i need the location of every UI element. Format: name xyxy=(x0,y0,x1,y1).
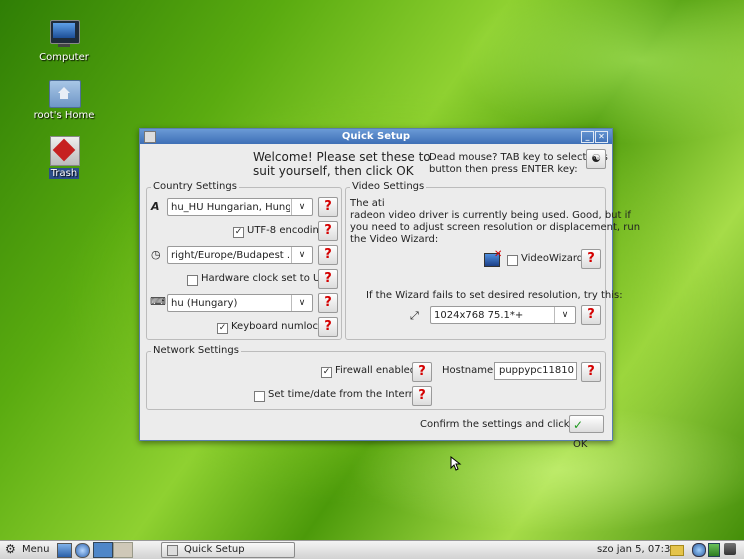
utf8-label: UTF-8 encoding xyxy=(247,225,326,236)
dead-mouse-line-2: button then press ENTER key: xyxy=(429,164,578,175)
firewall-label: Firewall enabled xyxy=(335,365,417,376)
computer-icon xyxy=(48,18,80,50)
font-locale-icon: A xyxy=(151,200,160,213)
desktop-icon-computer[interactable]: Computer xyxy=(28,18,100,63)
numlock-checkbox[interactable]: ✓ xyxy=(217,323,228,334)
timedate-checkbox[interactable] xyxy=(254,391,265,402)
tray-battery-icon[interactable] xyxy=(708,543,720,557)
clock-icon: ◷ xyxy=(151,248,161,261)
close-button[interactable]: ✕ xyxy=(595,131,608,143)
trash-icon xyxy=(48,134,80,166)
video-info-line-4: the Video Wizard: xyxy=(350,234,439,245)
hwclock-help-button[interactable]: ? xyxy=(318,269,338,289)
resize-icon: ⤢ xyxy=(410,309,419,322)
ok-label: OK xyxy=(573,439,588,450)
browser-launcher-icon[interactable] xyxy=(75,543,90,558)
network-settings-title: Network Settings xyxy=(151,345,241,356)
desktop-icon-label: Trash xyxy=(48,168,80,179)
dead-mouse-button[interactable]: ☯ xyxy=(586,149,606,169)
desktop-icon-label: root's Home xyxy=(33,110,95,121)
video-info-line-3: you need to adjust screen resolution or … xyxy=(350,222,641,233)
utf8-checkbox[interactable]: ✓ xyxy=(233,227,244,238)
country-settings-title: Country Settings xyxy=(151,181,239,192)
hwclock-checkbox[interactable] xyxy=(187,275,198,286)
confirm-text: Confirm the settings and click OK: xyxy=(420,419,591,430)
tray-network-icon[interactable] xyxy=(692,543,706,557)
numlock-help-button[interactable]: ? xyxy=(318,317,338,337)
locale-help-button[interactable]: ? xyxy=(318,197,338,217)
home-folder-icon xyxy=(48,76,81,108)
timezone-help-button[interactable]: ? xyxy=(318,245,338,265)
window-app-icon xyxy=(144,131,156,143)
chevron-down-icon[interactable]: ∨ xyxy=(291,247,312,263)
chevron-down-icon[interactable]: ∨ xyxy=(554,307,575,323)
timezone-combo[interactable]: right/Europe/Budapest . ∨ xyxy=(167,246,313,264)
video-wizard-badge-icon: ✕ xyxy=(494,249,503,260)
chevron-down-icon[interactable]: ∨ xyxy=(291,295,312,311)
task-label: Quick Setup xyxy=(184,544,245,555)
video-settings-group: Video Settings The ati radeon video driv… xyxy=(345,181,640,340)
resolution-help-button[interactable]: ? xyxy=(581,305,601,325)
locale-combo[interactable]: hu_HU Hungarian, Hungary ∨ xyxy=(167,198,313,216)
firewall-checkbox[interactable]: ✓ xyxy=(321,367,332,378)
desktop-icon-trash[interactable]: Trash xyxy=(28,134,100,179)
menu-button[interactable]: Menu xyxy=(22,544,49,555)
locale-value: hu_HU Hungarian, Hungary xyxy=(171,202,290,213)
tray-volume-icon[interactable] xyxy=(724,543,736,555)
utf8-help-button[interactable]: ? xyxy=(318,221,338,241)
wizard-fails-text: If the Wizard fails to set desired resol… xyxy=(366,290,623,301)
hostname-label: Hostname: xyxy=(442,365,497,376)
video-settings-title: Video Settings xyxy=(350,181,427,192)
tray-folder-icon[interactable] xyxy=(670,545,684,556)
checkmark-icon: ✓ xyxy=(573,418,584,432)
workspace-2[interactable] xyxy=(113,542,133,558)
quick-setup-window: Quick Setup _ ✕ Welcome! Please set thes… xyxy=(139,128,640,450)
keyboard-help-button[interactable]: ? xyxy=(318,293,338,313)
menu-gear-icon[interactable]: ⚙ xyxy=(5,542,16,556)
keyboard-combo[interactable]: hu (Hungary) ∨ xyxy=(167,294,313,312)
task-window-icon xyxy=(167,545,178,556)
firewall-help-button[interactable]: ? xyxy=(412,362,432,382)
resolution-value: 1024x768 75.1*+ xyxy=(434,310,524,321)
country-settings-group: Country Settings A hu_HU Hungarian, Hung… xyxy=(146,181,342,340)
resolution-combo[interactable]: 1024x768 75.1*+ ∨ xyxy=(430,306,576,324)
video-info-line-2: radeon video driver is currently being u… xyxy=(350,210,631,221)
hostname-input[interactable]: puppypc11810 xyxy=(494,362,577,380)
video-info-line-1: The ati xyxy=(350,198,385,209)
videowizard-checkbox[interactable] xyxy=(507,255,518,266)
timedate-help-button[interactable]: ? xyxy=(412,386,432,406)
hwclock-label: Hardware clock set to UTC xyxy=(201,273,333,284)
timezone-value: right/Europe/Budapest . xyxy=(171,250,290,261)
keyboard-value: hu (Hungary) xyxy=(171,298,238,309)
timedate-label: Set time/date from the Internet xyxy=(268,389,426,400)
numlock-label: Keyboard numlock xyxy=(231,321,324,332)
mouse-cursor-icon xyxy=(450,456,462,471)
show-desktop-icon[interactable] xyxy=(57,543,72,558)
window-title: Quick Setup xyxy=(341,131,411,142)
desktop-icon-home[interactable]: root's Home xyxy=(28,76,100,121)
hostname-help-button[interactable]: ? xyxy=(581,362,601,382)
minimize-button[interactable]: _ xyxy=(581,131,594,143)
window-titlebar[interactable]: Quick Setup _ ✕ xyxy=(140,129,612,144)
dead-mouse-line-1: Dead mouse? TAB key to select this xyxy=(429,152,608,163)
taskbar-clock[interactable]: szo jan 5, 07:33 xyxy=(597,544,677,555)
welcome-line-1: Welcome! Please set these to xyxy=(253,150,431,164)
welcome-line-2: suit yourself, then click OK xyxy=(253,164,414,178)
taskbar: ⚙ Menu Quick Setup szo jan 5, 07:33 xyxy=(0,540,744,559)
videowizard-help-button[interactable]: ? xyxy=(581,249,601,269)
keyboard-icon: ⌨ xyxy=(150,295,166,308)
ok-button[interactable]: ✓ OK xyxy=(569,415,604,450)
chevron-down-icon[interactable]: ∨ xyxy=(291,199,312,215)
workspace-1[interactable] xyxy=(93,542,113,558)
network-settings-group: Network Settings ✓ Firewall enabled ? Ho… xyxy=(146,345,606,410)
taskbar-task-quick-setup[interactable]: Quick Setup xyxy=(161,542,295,558)
videowizard-label: VideoWizard xyxy=(521,253,584,264)
desktop-icon-label: Computer xyxy=(39,52,89,63)
